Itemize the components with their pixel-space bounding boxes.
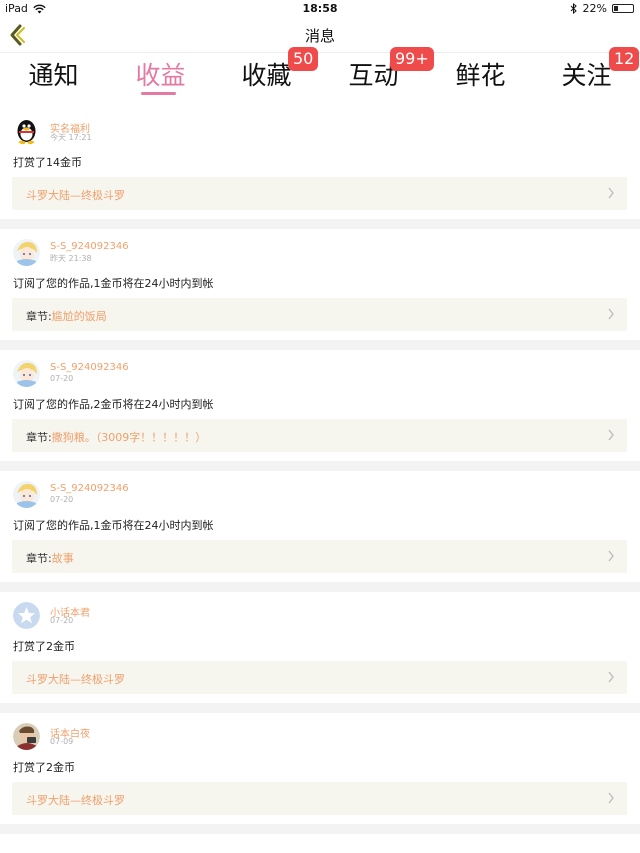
message-text: 打赏了2金币 (13, 640, 75, 653)
message-text: 订阅了您的作品,1金币将在24小时内到帐 (13, 519, 214, 532)
link-prefix: 章节: (26, 431, 52, 444)
chevron-right-icon (608, 550, 614, 562)
tab-label: 收藏 (241, 61, 292, 90)
page-title: 消息 (304, 27, 335, 45)
message-text: 订阅了您的作品,2金币将在24小时内到帐 (13, 398, 214, 411)
status-time: 18:58 (302, 2, 338, 15)
work-link[interactable]: 斗罗大陆—终极斗罗 (12, 782, 627, 815)
timestamp: 07-09 (50, 737, 74, 746)
message-text: 打赏了14金币 (13, 156, 82, 169)
link-content: 斗罗大陆—终极斗罗 (26, 671, 125, 687)
anime-avatar[interactable] (13, 239, 40, 266)
badge-favorites: 50 (288, 47, 319, 71)
list-item: S-S_924092346 07-20 订阅了您的作品,1金币将在24小时内到帐… (0, 471, 640, 592)
link-prefix: 章节: (26, 310, 52, 323)
tab-favorites[interactable]: 收藏 50 (213, 47, 320, 92)
chapter-link[interactable]: 章节:尴尬的饭局 (12, 298, 627, 331)
star-avatar[interactable] (13, 602, 40, 629)
tab-label: 关注 (561, 61, 612, 90)
work-link[interactable]: 斗罗大陆—终极斗罗 (12, 661, 627, 694)
tab-label: 鲜花 (455, 61, 506, 90)
list-item: 实名福利 今天 17:21 打赏了14金币 斗罗大陆—终极斗罗 (0, 108, 640, 229)
user-name[interactable]: S-S_924092346 (50, 241, 129, 252)
link-text: 撒狗粮。（3009字！！！！！） (51, 431, 207, 444)
user-name[interactable]: S-S_924092346 (50, 483, 129, 494)
bluetooth-icon (570, 3, 577, 14)
list-item: S-S_924092346 昨天 21:38 订阅了您的作品,1金币将在24小时… (0, 229, 640, 350)
chapter-link[interactable]: 章节:故事 (12, 540, 627, 573)
chevron-right-icon (608, 187, 614, 199)
tab-follows[interactable]: 关注 12 (533, 47, 640, 92)
battery-icon (612, 4, 634, 13)
message-text: 打赏了2金币 (13, 761, 75, 774)
link-content: 章节:撒狗粮。（3009字！！！！！） (26, 429, 206, 445)
link-content: 章节:故事 (26, 550, 74, 566)
chevron-right-icon (608, 792, 614, 804)
chapter-link[interactable]: 章节:撒狗粮。（3009字！！！！！） (12, 419, 627, 452)
tab-notifications[interactable]: 通知 (0, 56, 107, 92)
chevron-right-icon (608, 671, 614, 683)
tab-label: 收益 (135, 61, 186, 90)
link-text: 斗罗大陆—终极斗罗 (26, 189, 125, 202)
timestamp: 07-20 (50, 495, 74, 504)
tab-earnings[interactable]: 收益 (107, 56, 214, 92)
link-text: 斗罗大陆—终极斗罗 (26, 794, 125, 807)
status-right: 22% (570, 2, 634, 15)
link-content: 章节:尴尬的饭局 (26, 308, 107, 324)
link-prefix: 章节: (26, 552, 52, 565)
anime-avatar[interactable] (13, 481, 40, 508)
badge-follows: 12 (609, 47, 640, 71)
feed-list: 实名福利 今天 17:21 打赏了14金币 斗罗大陆—终极斗罗 S-S_9240… (0, 108, 640, 834)
tab-bar: 通知 收益 收藏 50 互动 99+ 鲜花 关注 12 (0, 47, 640, 100)
message-text: 订阅了您的作品,1金币将在24小时内到帐 (13, 277, 214, 290)
status-bar: iPad 18:58 22% (0, 0, 640, 18)
link-content: 斗罗大陆—终极斗罗 (26, 792, 125, 808)
user-name[interactable]: S-S_924092346 (50, 362, 129, 373)
chevron-right-icon (608, 308, 614, 320)
timestamp: 07-20 (50, 616, 74, 625)
tab-interactions[interactable]: 互动 99+ (320, 47, 434, 92)
photo-avatar[interactable] (13, 723, 40, 750)
link-text: 故事 (51, 552, 74, 565)
chevron-right-icon (608, 429, 614, 441)
list-item: 小话本君 07-20 打赏了2金币 斗罗大陆—终极斗罗 (0, 592, 640, 713)
list-item: 话本白夜 07-09 打赏了2金币 斗罗大陆—终极斗罗 (0, 713, 640, 834)
nav-bar: 消息 (0, 18, 640, 53)
work-link[interactable]: 斗罗大陆—终极斗罗 (12, 177, 627, 210)
link-content: 斗罗大陆—终极斗罗 (26, 187, 125, 203)
link-text: 斗罗大陆—终极斗罗 (26, 673, 125, 686)
tab-label: 通知 (28, 61, 79, 90)
list-item: S-S_924092346 07-20 订阅了您的作品,2金币将在24小时内到帐… (0, 350, 640, 471)
timestamp: 07-20 (50, 374, 74, 383)
battery-percent: 22% (582, 2, 607, 15)
timestamp: 今天 17:21 (50, 133, 92, 142)
tab-flowers[interactable]: 鲜花 (427, 56, 534, 92)
active-tab-indicator (141, 92, 176, 95)
link-text: 尴尬的饭局 (51, 310, 107, 323)
anime-avatar[interactable] (13, 360, 40, 387)
timestamp: 昨天 21:38 (50, 254, 92, 263)
penguin-avatar[interactable] (13, 118, 40, 145)
